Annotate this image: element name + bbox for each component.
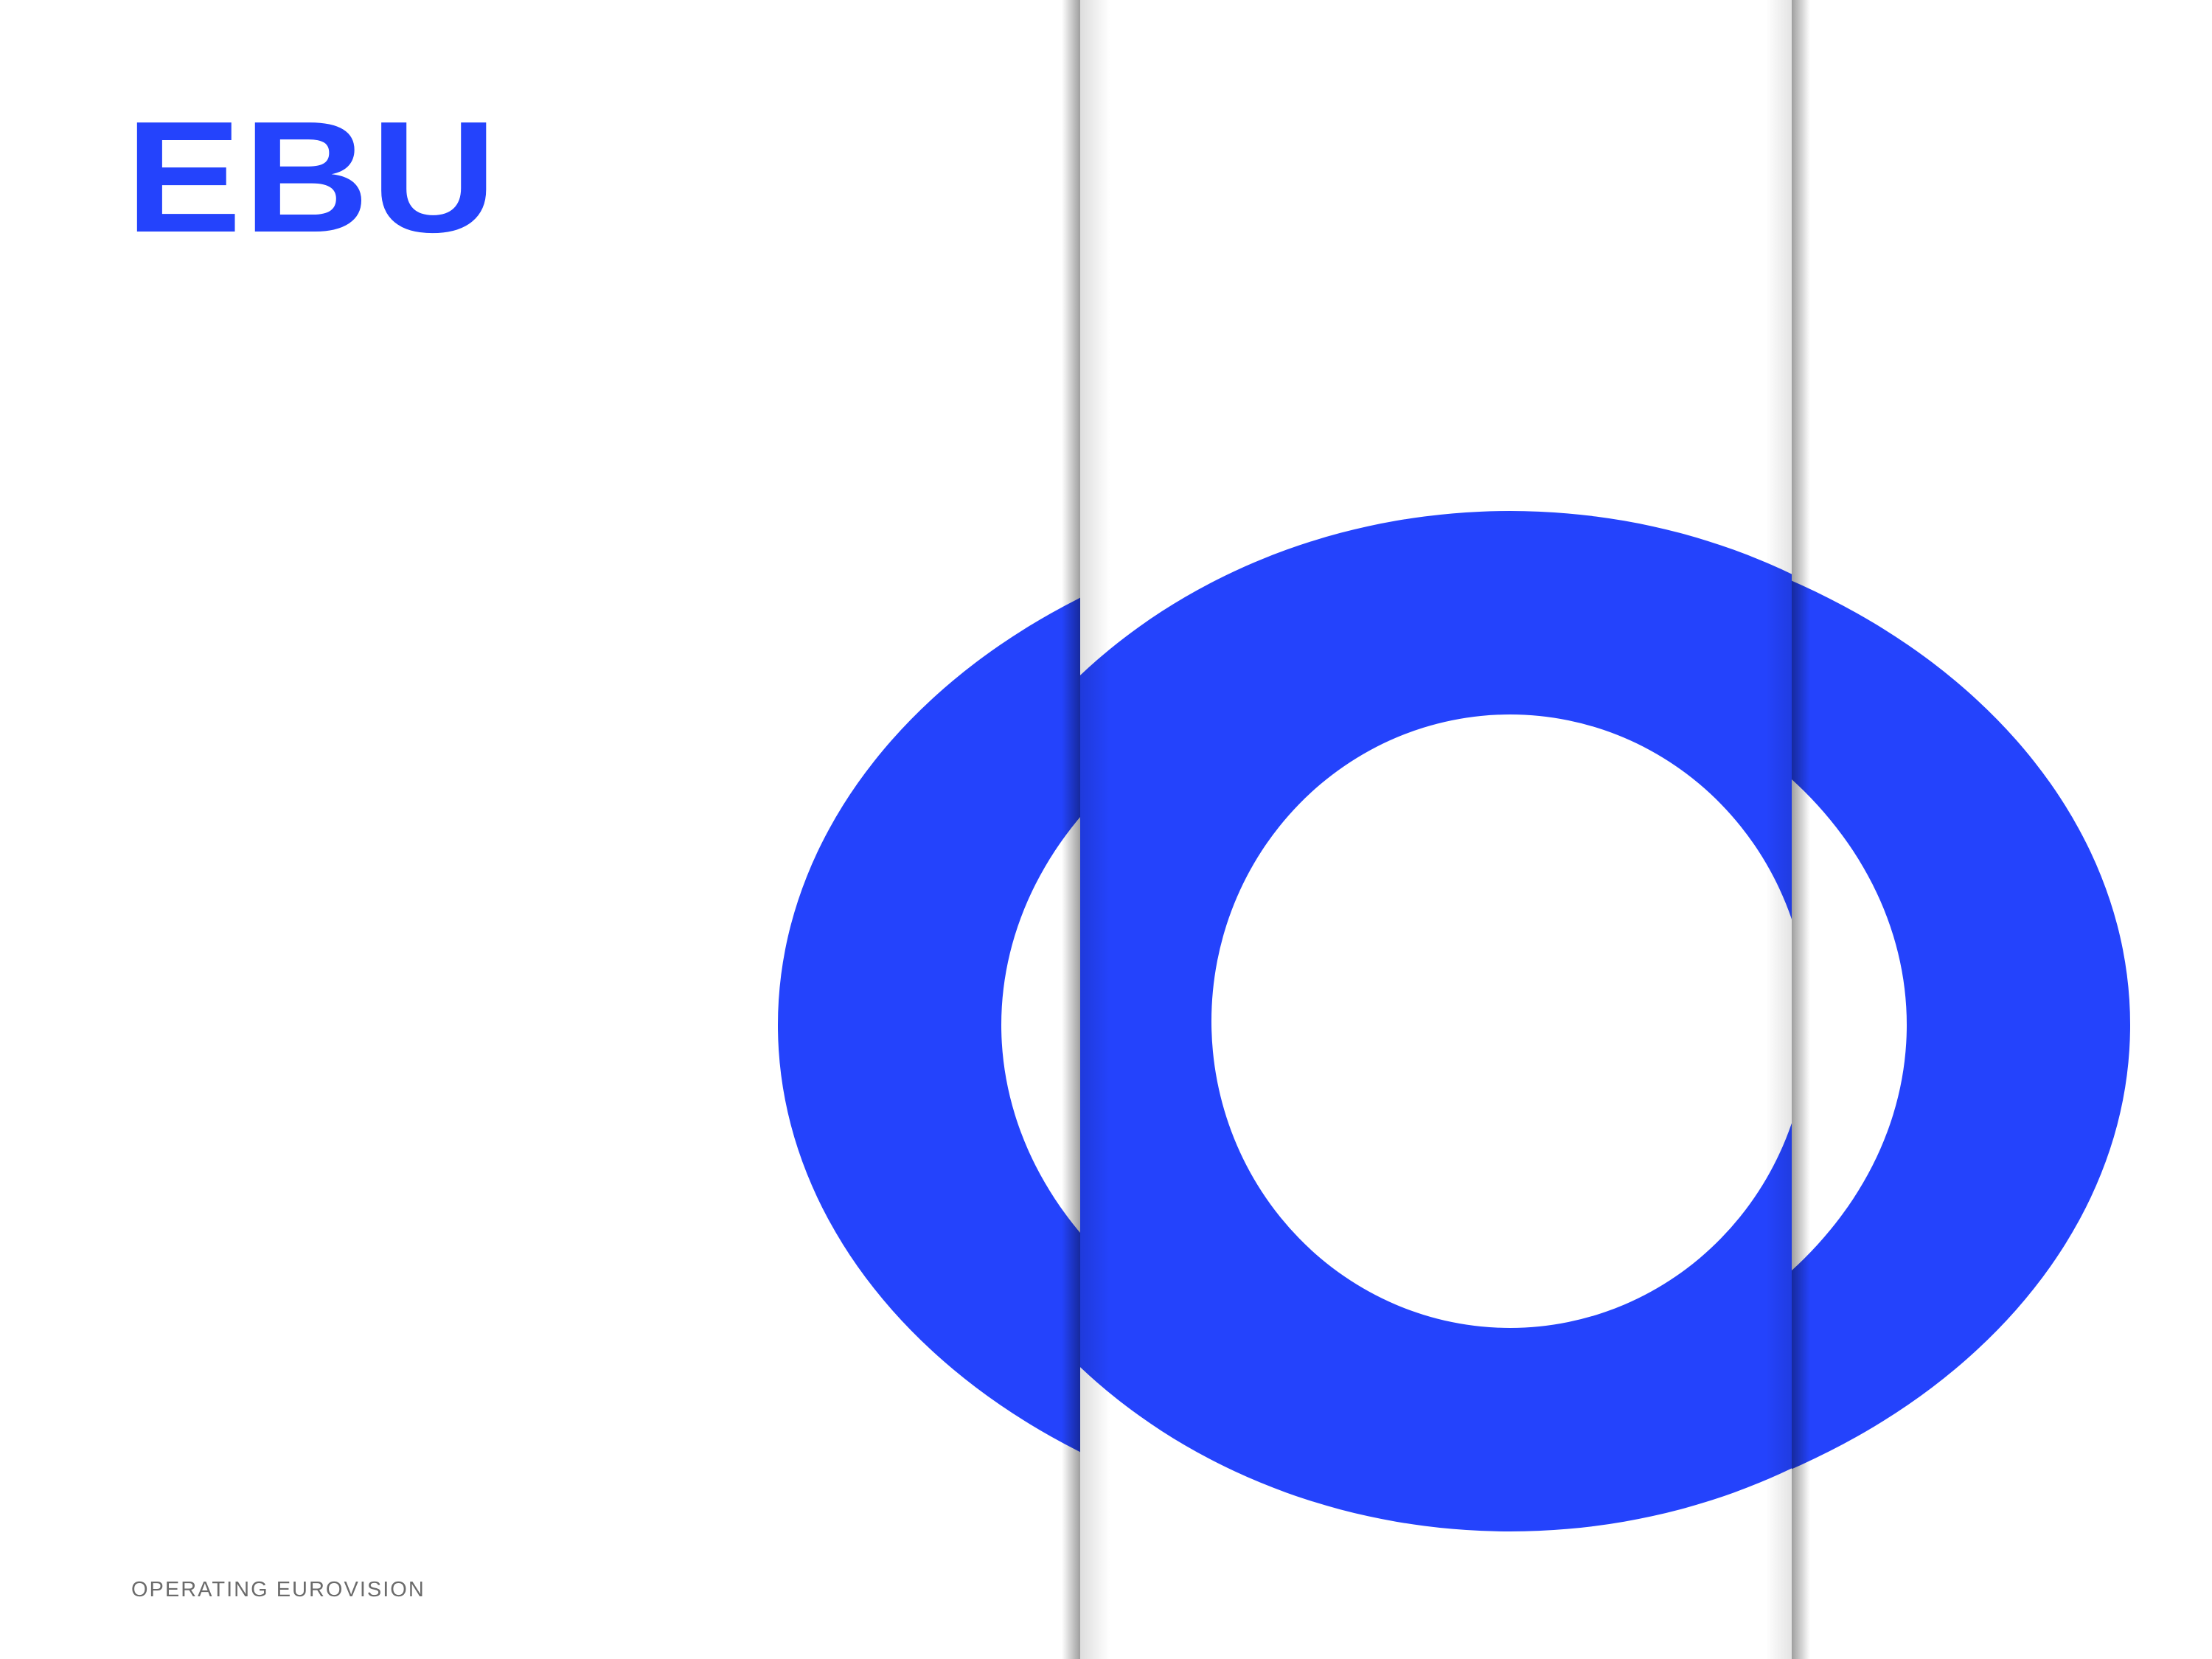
- panel-inner-shade-right: [1766, 0, 1792, 1659]
- ebu-logo: EBU: [125, 88, 498, 265]
- panel-inner-shade-left: [1080, 0, 1110, 1659]
- panel-shadow-right: [1792, 0, 1810, 1659]
- tagline: OPERATING EUROVISION: [131, 1578, 425, 1601]
- panel-shadow-left: [1062, 0, 1080, 1659]
